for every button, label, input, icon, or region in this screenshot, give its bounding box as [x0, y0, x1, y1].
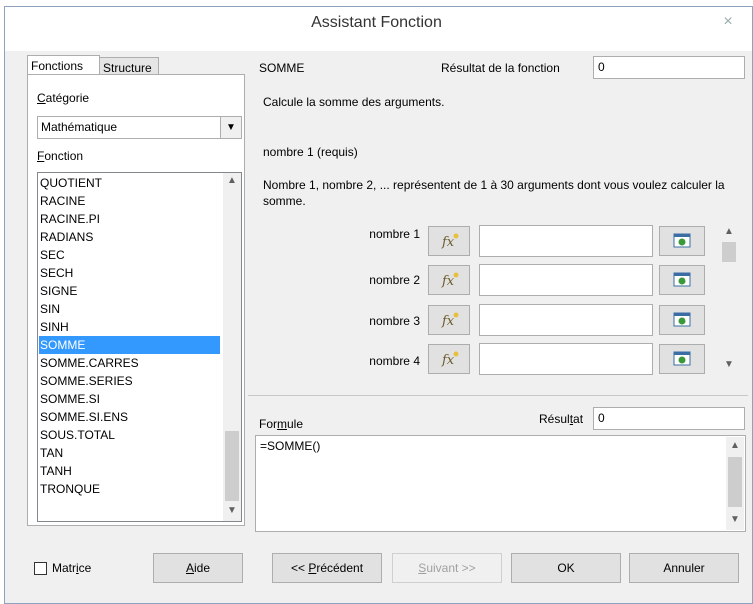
list-item[interactable]: RADIANS: [39, 228, 220, 246]
function-description: Calcule la somme des arguments.: [263, 95, 445, 109]
function-list-scrollbar[interactable]: ▲ ▼: [223, 173, 241, 521]
shrink-button[interactable]: [659, 265, 705, 295]
fx-icon: fx: [441, 351, 459, 368]
matrix-checkbox[interactable]: [34, 562, 47, 575]
arg-label-1: nombre 1: [369, 227, 420, 241]
list-item[interactable]: SOMME.SERIES: [39, 372, 220, 390]
scroll-thumb[interactable]: [722, 242, 736, 262]
chevron-down-icon[interactable]: ▼: [220, 116, 242, 139]
formula-result-field[interactable]: 0: [593, 407, 745, 430]
arg-input-4[interactable]: [479, 343, 653, 375]
list-item[interactable]: SINH: [39, 318, 220, 336]
list-item[interactable]: SOMME.SI.ENS: [39, 408, 220, 426]
chevron-up-icon[interactable]: ▲: [223, 175, 241, 186]
formula-label: Formule: [259, 417, 304, 431]
function-wizard-button[interactable]: fx: [428, 265, 470, 295]
fx-icon: fx: [441, 312, 459, 329]
svg-text:fx: fx: [441, 314, 455, 329]
help-button[interactable]: Aide: [153, 553, 243, 583]
formula-text: =SOMME(): [260, 439, 321, 453]
shrink-button[interactable]: [659, 305, 705, 335]
formula-editor[interactable]: =SOMME(): [255, 435, 746, 532]
fx-icon: fx: [441, 233, 459, 250]
list-item[interactable]: TAN: [39, 444, 220, 462]
shrink-button[interactable]: [659, 226, 705, 256]
result-field[interactable]: 0: [593, 56, 745, 79]
shrink-icon: [673, 272, 691, 287]
fx-icon: fx: [441, 272, 459, 289]
result-label: Résultat de la fonction: [441, 61, 560, 75]
shrink-icon: [673, 233, 691, 248]
list-item[interactable]: TRONQUE: [39, 480, 220, 498]
argument-heading: nombre 1 (requis): [263, 145, 358, 159]
chevron-down-icon[interactable]: ▼: [726, 514, 744, 525]
list-item[interactable]: SIN: [39, 300, 220, 318]
chevron-down-icon[interactable]: ▼: [223, 505, 241, 516]
close-button[interactable]: ×: [711, 10, 745, 34]
list-item[interactable]: SIGNE: [39, 282, 220, 300]
svg-text:fx: fx: [441, 353, 455, 368]
list-item[interactable]: RACINE.PI: [39, 210, 220, 228]
function-wizard-button[interactable]: fx: [428, 344, 470, 374]
argument-description: Nombre 1, nombre 2, ... représentent de …: [263, 178, 725, 208]
list-item[interactable]: SOUS.TOTAL: [39, 426, 220, 444]
scroll-thumb[interactable]: [225, 431, 239, 501]
matrix-label: Matrice: [52, 561, 92, 575]
formula-scrollbar[interactable]: ▲ ▼: [726, 437, 744, 530]
list-item[interactable]: RACINE: [39, 192, 220, 210]
formula-result-label: Résultat: [539, 412, 584, 426]
list-item[interactable]: QUOTIENT: [39, 174, 220, 192]
function-label: Fonction: [37, 149, 84, 163]
arg-label-3: nombre 3: [369, 314, 420, 328]
svg-text:fx: fx: [441, 274, 455, 289]
ok-button[interactable]: OK: [511, 553, 621, 583]
chevron-down-icon[interactable]: ▼: [720, 359, 738, 370]
divider: [248, 395, 748, 396]
chevron-up-icon[interactable]: ▲: [726, 440, 744, 451]
arg-input-1[interactable]: [479, 225, 653, 257]
list-item[interactable]: SOMME.SI: [39, 390, 220, 408]
arg-input-3[interactable]: [479, 304, 653, 336]
arg-input-2[interactable]: [479, 264, 653, 296]
arg-label-4: nombre 4: [369, 354, 420, 368]
scroll-thumb[interactable]: [728, 457, 742, 507]
category-select[interactable]: Mathématique: [37, 116, 242, 139]
category-label: Catégorie: [37, 91, 90, 105]
function-name: SOMME: [259, 61, 305, 75]
window-title: Assistant Fonction: [311, 14, 442, 31]
shrink-button[interactable]: [659, 344, 705, 374]
svg-text:fx: fx: [441, 235, 455, 250]
function-list[interactable]: QUOTIENT RACINE RACINE.PI RADIANS SEC SECH SIG…: [37, 172, 242, 522]
shrink-icon: [673, 312, 691, 327]
list-item[interactable]: SECH: [39, 264, 220, 282]
function-wizard-button[interactable]: fx: [428, 226, 470, 256]
function-wizard-button[interactable]: fx: [428, 305, 470, 335]
list-item[interactable]: SOMME.CARRES: [39, 354, 220, 372]
next-button[interactable]: Suivant >>: [392, 553, 502, 583]
shrink-icon: [673, 351, 691, 366]
arguments-scrollbar[interactable]: ▲ ▼: [720, 225, 738, 375]
list-item[interactable]: TANH: [39, 462, 220, 480]
chevron-up-icon[interactable]: ▲: [720, 226, 738, 237]
previous-button[interactable]: << Précédent: [272, 553, 382, 583]
list-item[interactable]: SEC: [39, 246, 220, 264]
list-item[interactable]: SOMME: [39, 336, 220, 354]
arg-label-2: nombre 2: [369, 273, 420, 287]
cancel-button[interactable]: Annuler: [629, 553, 739, 583]
